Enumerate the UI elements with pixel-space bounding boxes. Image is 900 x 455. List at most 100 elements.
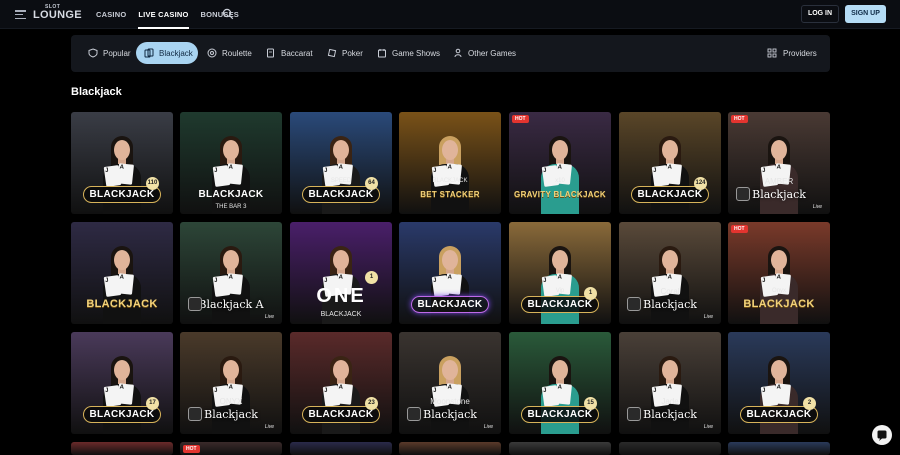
- game-tile[interactable]: [71, 442, 173, 455]
- tile-title-band: Blackjack A: [186, 292, 276, 316]
- tile-background: [290, 442, 392, 455]
- game-subtitle: THE BAR 3: [215, 204, 247, 210]
- game-title: Blackjack A: [198, 297, 264, 311]
- section-title: Blackjack: [71, 86, 122, 98]
- provider-logo-icon: [188, 407, 202, 421]
- game-tile[interactable]: J A BLACKJACK 23: [290, 332, 392, 434]
- tile-title-band: BLACKJACK: [77, 292, 167, 316]
- providers-label: Providers: [783, 48, 817, 58]
- game-subtitle: BLACKJACK: [320, 311, 362, 318]
- filter-label: Roulette: [222, 48, 252, 58]
- providers-button[interactable]: Providers: [759, 42, 825, 64]
- filter-game-shows[interactable]: Game Shows: [369, 42, 448, 64]
- game-subtitle: BLACKJACK: [432, 178, 468, 184]
- live-label: Live: [703, 424, 713, 430]
- top-bar: SLOT LOUNGE CASINO LIVE CASINO BONUSES L…: [0, 0, 900, 29]
- game-tile[interactable]: J A BLACKJACK Onyx HOT: [728, 222, 830, 324]
- game-subtitle: ONYX: [219, 397, 243, 406]
- live-label: Live: [812, 204, 822, 210]
- game-tile[interactable]: J A ONE BLACKJACK 1: [290, 222, 392, 324]
- brand-logo[interactable]: SLOT LOUNGE: [33, 4, 82, 24]
- game-tile[interactable]: J A Blackjack A Live: [180, 222, 282, 324]
- game-tile[interactable]: J A BLACKJACK 124: [619, 112, 721, 214]
- game-tile[interactable]: J A BLACKJACK 110: [71, 112, 173, 214]
- game-title: Blackjack: [204, 407, 258, 421]
- provider-logo-icon: [627, 297, 641, 311]
- game-tile[interactable]: J A BLACKJACK 17: [71, 332, 173, 434]
- login-button[interactable]: LOG IN: [801, 5, 839, 23]
- nav-live-casino[interactable]: LIVE CASINO: [138, 0, 189, 29]
- menu-icon[interactable]: [15, 10, 26, 19]
- grid-icon: [767, 48, 777, 58]
- game-tile[interactable]: J A BLACKJACK THE BAR 3: [180, 112, 282, 214]
- game-tile[interactable]: J A BLACKJACK 15: [509, 332, 611, 434]
- game-subtitle: Coral: [660, 287, 680, 296]
- tile-background: [509, 442, 611, 455]
- filter-label: Baccarat: [281, 48, 313, 58]
- cards-icon: [144, 48, 154, 58]
- signup-button[interactable]: SIGN UP: [845, 5, 886, 23]
- filter-popular[interactable]: Popular: [80, 42, 139, 64]
- game-tile[interactable]: J A Blackjack AMBER Live HOT: [728, 112, 830, 214]
- game-tile[interactable]: J A Blackjack Moonstone Live: [399, 332, 501, 434]
- filter-roulette[interactable]: Roulette: [199, 42, 260, 64]
- baccarat-icon: [267, 48, 274, 58]
- game-tile[interactable]: J A Blackjack Coral Live: [619, 222, 721, 324]
- filter-blackjack[interactable]: Blackjack: [136, 42, 198, 64]
- live-label: Live: [264, 314, 274, 320]
- game-tile[interactable]: J A BLACKJACK: [71, 222, 173, 324]
- game-title: BLACKJACK: [743, 298, 815, 310]
- game-title: ONE: [316, 284, 366, 307]
- game-tile[interactable]: J A BET STACKER BLACKJACK: [399, 112, 501, 214]
- tile-title-band: BLACKJACK: [405, 292, 495, 316]
- logo-main-text: LOUNGE: [33, 9, 82, 21]
- tile-title-band: GRAVITY BLACKJACK: [514, 182, 606, 206]
- filter-poker[interactable]: Poker: [319, 42, 371, 64]
- seat-count-badge: 1: [365, 271, 378, 284]
- filter-label: Other Games: [468, 48, 517, 58]
- tile-background: [728, 442, 830, 455]
- tile-title-band: BLACKJACK: [734, 292, 824, 316]
- game-tile[interactable]: [290, 442, 392, 455]
- chat-button[interactable]: [872, 425, 892, 445]
- game-subtitle: Moonstone: [430, 397, 470, 406]
- live-label: Live: [703, 314, 713, 320]
- seat-count-badge: 110: [146, 177, 159, 190]
- person-icon: [454, 48, 462, 58]
- category-filter-bar: Popular Blackjack Roulette Baccarat Poke…: [71, 35, 830, 72]
- game-title: Blackjack: [643, 297, 697, 311]
- roulette-icon: [207, 48, 217, 58]
- shield-icon: [88, 48, 98, 58]
- game-tile[interactable]: J A BLACKJACK: [399, 222, 501, 324]
- search-icon[interactable]: [222, 8, 234, 20]
- filter-baccarat[interactable]: Baccarat: [258, 42, 321, 64]
- game-subtitle: Onyx: [771, 288, 786, 294]
- game-tile[interactable]: [728, 442, 830, 455]
- chat-icon: [877, 430, 887, 441]
- filter-other-games[interactable]: Other Games: [445, 42, 524, 64]
- hot-badge: HOT: [731, 115, 748, 123]
- filter-label: Popular: [103, 48, 131, 58]
- game-title: GRAVITY BLACKJACK: [514, 189, 606, 199]
- game-tile[interactable]: J A BLACKJACK 2: [728, 332, 830, 434]
- game-tile[interactable]: J A Blackjack ONYX Live: [180, 332, 282, 434]
- game-subtitle: x10: [555, 178, 565, 184]
- game-tile[interactable]: J A GRAVITY BLACKJACK x10 HOT: [509, 112, 611, 214]
- live-label: Live: [264, 424, 274, 430]
- game-tile[interactable]: [399, 442, 501, 455]
- game-tile[interactable]: HOT: [180, 442, 282, 455]
- game-tile[interactable]: J A BLACKJACK SPEED 64: [290, 112, 392, 214]
- main-nav: CASINO LIVE CASINO BONUSES: [96, 0, 239, 29]
- provider-logo-icon: [188, 297, 202, 311]
- game-subtitle: AMBER: [764, 177, 794, 186]
- tile-title-band: BET STACKER: [405, 182, 495, 206]
- game-title: Blackjack: [643, 407, 697, 421]
- nav-casino[interactable]: CASINO: [96, 0, 126, 29]
- game-tile[interactable]: [619, 442, 721, 455]
- tile-background: [619, 442, 721, 455]
- game-title: BLACKJACK: [198, 188, 264, 200]
- game-tile[interactable]: J A Blackjack Jade Live: [619, 332, 721, 434]
- game-tile[interactable]: [509, 442, 611, 455]
- tile-background: [71, 442, 173, 455]
- game-tile[interactable]: J A BLACKJACK Vip 1: [509, 222, 611, 324]
